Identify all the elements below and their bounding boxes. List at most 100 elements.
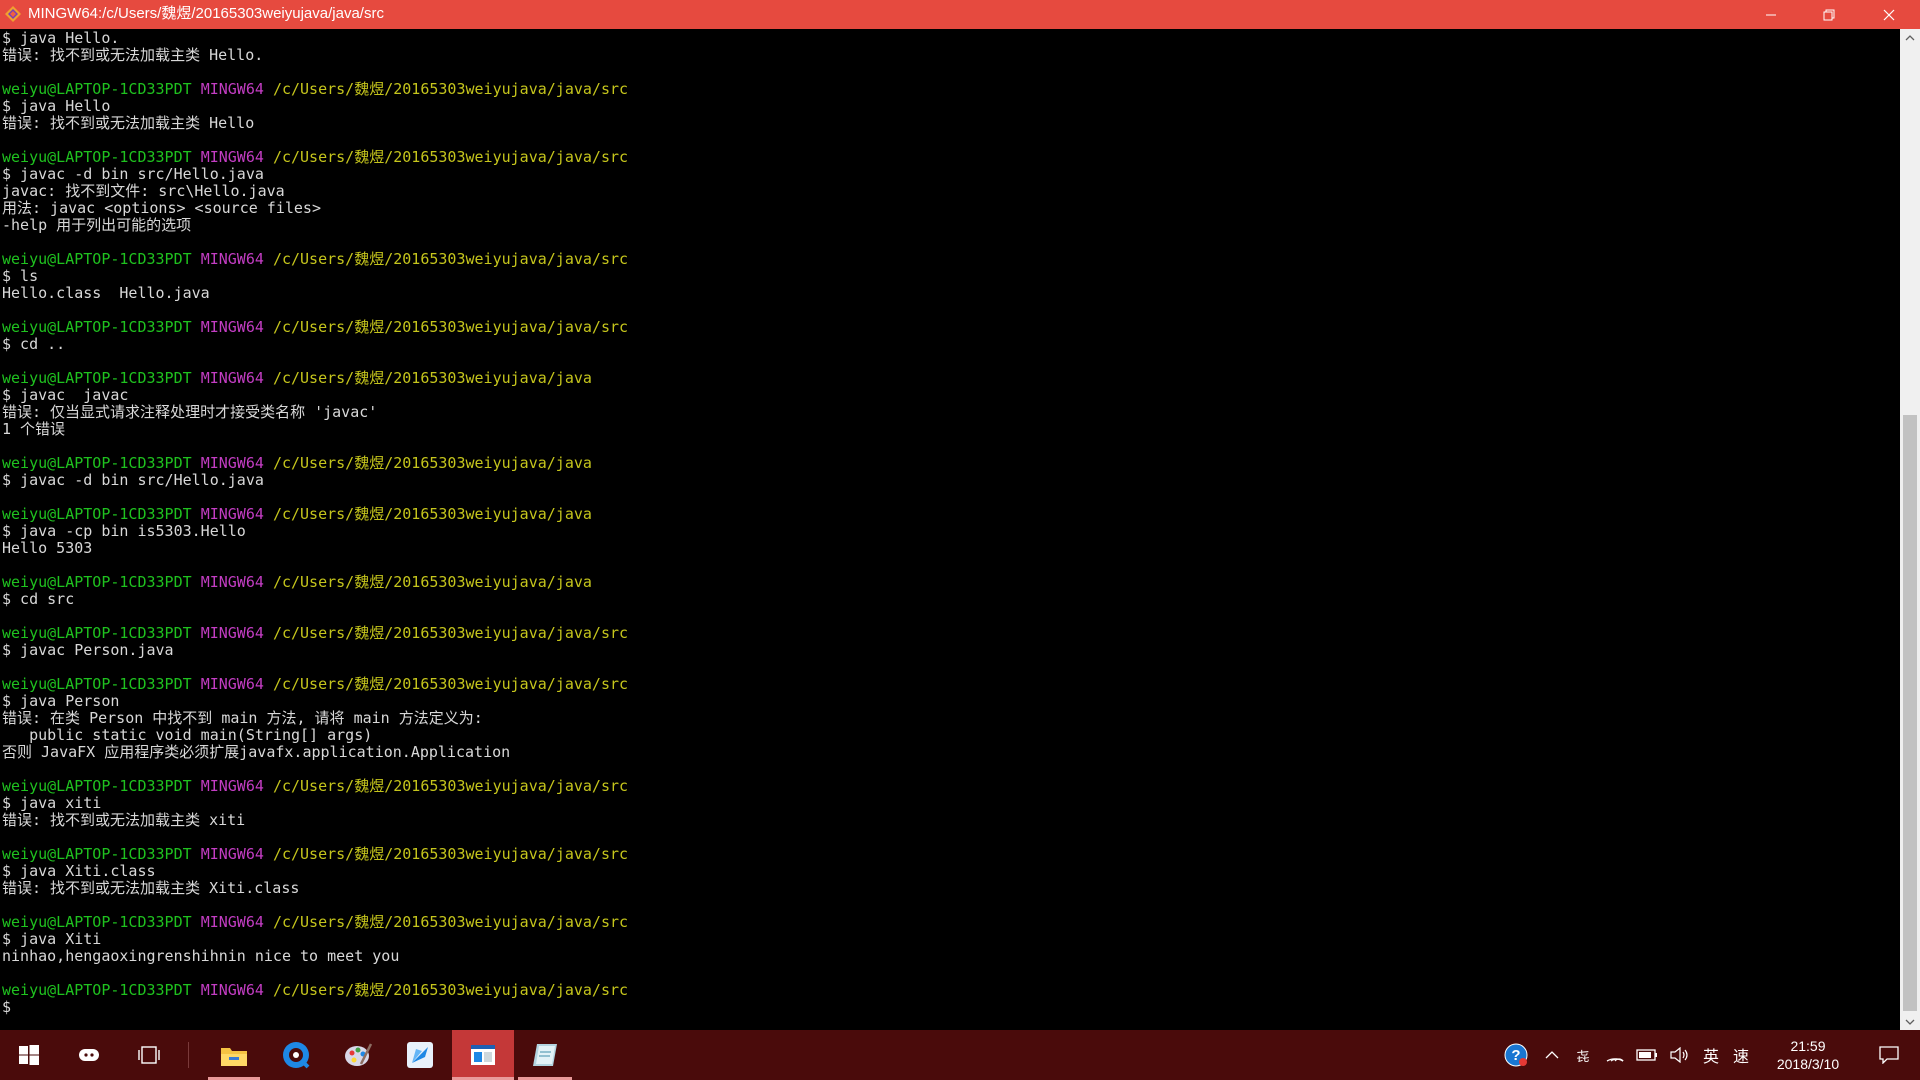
ime-speed-button[interactable]: 速 xyxy=(1726,1030,1756,1080)
taskbar-app-feather[interactable] xyxy=(394,1030,446,1080)
terminal-line: $ java xiti xyxy=(2,795,628,812)
action-center-button[interactable] xyxy=(1864,1030,1914,1080)
terminal-line: $ cd .. xyxy=(2,336,628,353)
terminal-line: $ java Xiti xyxy=(2,931,628,948)
terminal-text: $ ls xyxy=(2,267,39,285)
taskbar-app-file-explorer[interactable] xyxy=(208,1030,260,1080)
terminal-text: 否则 JavaFX 应用程序类必须扩展javafx.application.Ap… xyxy=(2,743,511,761)
terminal-line: weiyu@LAPTOP-1CD33PDT MINGW64 /c/Users/魏… xyxy=(2,625,628,642)
prompt-user-host: weiyu@LAPTOP-1CD33PDT xyxy=(2,250,192,268)
terminal-line: 用法: javac <options> <source files> xyxy=(2,200,628,217)
volume-icon xyxy=(1670,1047,1688,1063)
ime-indicator[interactable]: 㐂 xyxy=(1570,1030,1596,1080)
chevron-down-icon xyxy=(1905,1019,1915,1025)
terminal-line: weiyu@LAPTOP-1CD33PDT MINGW64 /c/Users/魏… xyxy=(2,81,628,98)
terminal-text: $ cd src xyxy=(2,590,75,608)
terminal-text: javac: 找不到文件: src\Hello.java xyxy=(2,182,285,200)
volume-tray-button[interactable] xyxy=(1664,1030,1694,1080)
terminal-line: 错误: 找不到或无法加载主类 xiti xyxy=(2,812,628,829)
battery-tray-button[interactable] xyxy=(1632,1030,1662,1080)
terminal-output[interactable]: $ java Hello. 错误: 找不到或无法加载主类 Hello. weiyu@… xyxy=(0,29,1900,1030)
prompt-shell-name: MINGW64 xyxy=(200,777,264,795)
terminal-text: $ java Hello. xyxy=(2,29,120,47)
prompt-shell-name: MINGW64 xyxy=(200,624,264,642)
prompt-shell-name: MINGW64 xyxy=(200,454,264,472)
prompt-shell-name: MINGW64 xyxy=(200,505,264,523)
chevron-up-icon xyxy=(1905,34,1915,40)
prompt-shell-name: MINGW64 xyxy=(200,80,264,98)
ime-mode-button[interactable]: 英 xyxy=(1696,1030,1726,1080)
help-tray-button[interactable]: ? xyxy=(1500,1030,1532,1080)
terminal-line: 错误: 找不到或无法加载主类 Hello. xyxy=(2,47,628,64)
taskbar-clock[interactable]: 21:59 2018/3/10 xyxy=(1760,1037,1856,1073)
taskbar-app-notebook[interactable] xyxy=(518,1030,572,1080)
show-hidden-icons-button[interactable] xyxy=(1538,1030,1566,1080)
terminal-line: $ cd src xyxy=(2,591,628,608)
prompt-path: /c/Users/魏煜/20165303weiyujava/java xyxy=(272,573,592,591)
chevron-up-icon xyxy=(1545,1051,1559,1059)
window-titlebar[interactable]: MINGW64:/c/Users/魏煜/20165303weiyujava/ja… xyxy=(0,0,1920,29)
terminal-app-icon xyxy=(471,1045,495,1065)
prompt-path: /c/Users/魏煜/20165303weiyujava/java xyxy=(272,369,592,387)
terminal-line: 否则 JavaFX 应用程序类必须扩展javafx.application.Ap… xyxy=(2,744,628,761)
terminal-line: Hello 5303 xyxy=(2,540,628,557)
clock-time: 21:59 xyxy=(1790,1038,1826,1054)
taskbar-app-terminal[interactable] xyxy=(452,1030,514,1080)
terminal-text: $ java xiti xyxy=(2,794,102,812)
terminal-line: 1 个错误 xyxy=(2,421,628,438)
terminal-line: weiyu@LAPTOP-1CD33PDT MINGW64 /c/Users/魏… xyxy=(2,149,628,166)
terminal-text: -help 用于列出可能的选项 xyxy=(2,216,192,234)
terminal-line: weiyu@LAPTOP-1CD33PDT MINGW64 /c/Users/魏… xyxy=(2,846,628,863)
prompt-path: /c/Users/魏煜/20165303weiyujava/java/src xyxy=(272,624,629,642)
terminal-line: weiyu@LAPTOP-1CD33PDT MINGW64 /c/Users/魏… xyxy=(2,455,628,472)
prompt-path: /c/Users/魏煜/20165303weiyujava/java/src xyxy=(272,318,629,336)
terminal-line: $ xyxy=(2,999,628,1016)
minimize-button[interactable] xyxy=(1742,0,1800,29)
vertical-scrollbar[interactable] xyxy=(1900,29,1920,1030)
terminal-text: $ java Xiti xyxy=(2,930,102,948)
close-button[interactable] xyxy=(1858,0,1920,29)
terminal-text: Hello 5303 xyxy=(2,539,93,557)
restore-button[interactable] xyxy=(1800,0,1858,29)
window-title: MINGW64:/c/Users/魏煜/20165303weiyujava/ja… xyxy=(28,5,384,22)
prompt-user-host: weiyu@LAPTOP-1CD33PDT xyxy=(2,454,192,472)
prompt-shell-name: MINGW64 xyxy=(200,573,264,591)
terminal-line: weiyu@LAPTOP-1CD33PDT MINGW64 /c/Users/魏… xyxy=(2,370,628,387)
taskbar-app-browser[interactable] xyxy=(270,1030,322,1080)
taskbar-divider xyxy=(188,1042,189,1068)
prompt-shell-name: MINGW64 xyxy=(200,250,264,268)
terminal-text: $ javac -d bin src/Hello.java xyxy=(2,165,264,183)
cortana-button[interactable] xyxy=(62,1030,116,1080)
terminal-text: $ xyxy=(2,998,12,1016)
wifi-tray-button[interactable] xyxy=(1600,1030,1630,1080)
scroll-thumb[interactable] xyxy=(1903,415,1917,1011)
start-button[interactable] xyxy=(0,1030,58,1080)
scroll-down-button[interactable] xyxy=(1900,1013,1920,1030)
terminal-line: $ javac Person.java xyxy=(2,642,628,659)
scroll-up-button[interactable] xyxy=(1900,29,1920,46)
terminal-line: $ java Person xyxy=(2,693,628,710)
terminal-line: weiyu@LAPTOP-1CD33PDT MINGW64 /c/Users/魏… xyxy=(2,251,628,268)
file-explorer-icon xyxy=(221,1048,247,1066)
taskbar-app-paint[interactable] xyxy=(332,1030,384,1080)
terminal-line: javac: 找不到文件: src\Hello.java xyxy=(2,183,628,200)
prompt-path: /c/Users/魏煜/20165303weiyujava/java/src xyxy=(272,80,629,98)
browser-icon xyxy=(283,1042,310,1069)
prompt-user-host: weiyu@LAPTOP-1CD33PDT xyxy=(2,845,192,863)
task-view-button[interactable] xyxy=(122,1030,176,1080)
